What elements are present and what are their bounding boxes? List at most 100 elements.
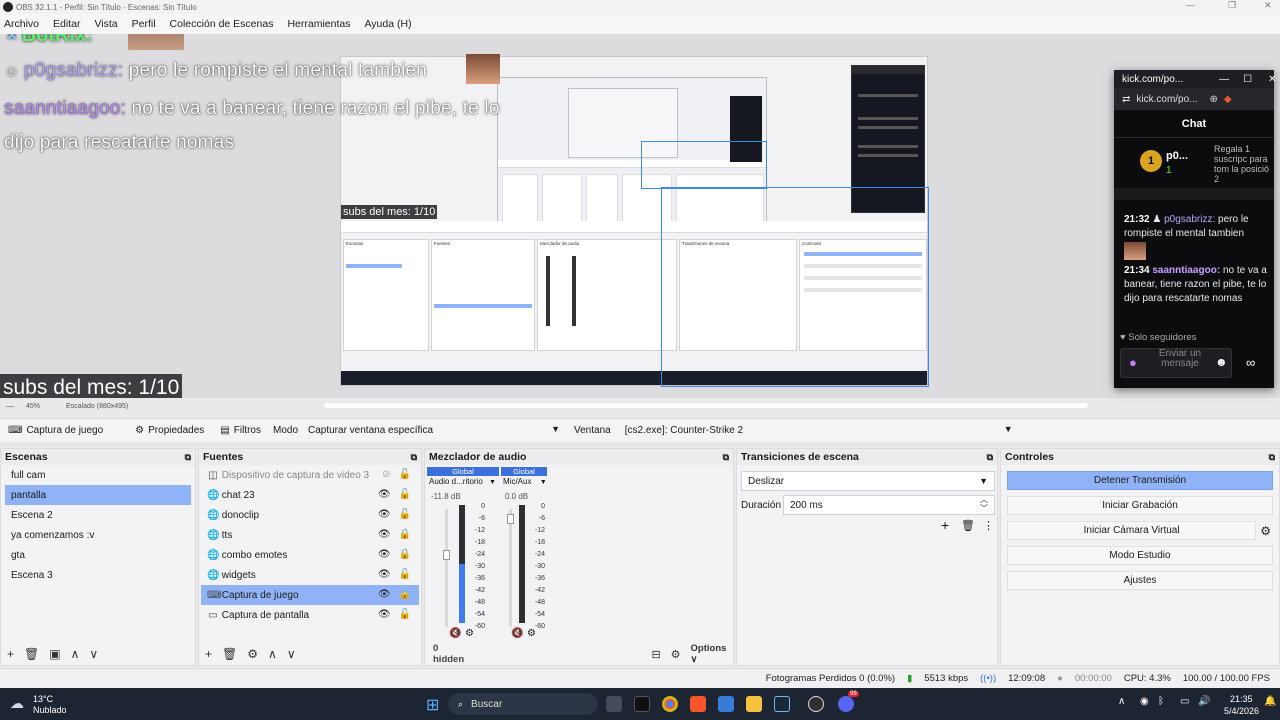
unlock-icon[interactable]: 🔓 (399, 569, 411, 580)
store-icon[interactable] (718, 696, 734, 712)
menu-perfil[interactable]: Perfil (132, 18, 156, 30)
scene-filters-icon[interactable]: ▣ (49, 647, 60, 661)
mixer-advanced-icon[interactable]: ⚙ (671, 648, 681, 661)
mute-icon[interactable]: 🔇 (511, 628, 523, 639)
move-up-icon[interactable]: ∧ (268, 647, 277, 661)
kick-address[interactable]: kick.com/po... (1136, 94, 1197, 105)
maximize-icon[interactable]: ❐ (1228, 0, 1236, 11)
site-settings-icon[interactable]: ⇄ (1122, 94, 1130, 105)
channel-name-select[interactable]: Audio d...ritorio ▼ (427, 477, 499, 490)
emoji-icon[interactable]: ☻ (1215, 355, 1228, 369)
unlock-icon[interactable]: 🔓 (399, 509, 411, 520)
scene-item[interactable]: Escena 2 (5, 505, 191, 525)
scene-item[interactable]: Escena 3 (5, 565, 191, 585)
dock-undock-icon[interactable]: ⧉ (185, 452, 191, 463)
task-view-icon[interactable] (606, 696, 622, 712)
chat-input-placeholder[interactable]: Enviar un mensaje (1155, 349, 1205, 369)
channel-name-select[interactable]: Mic/Aux ▼ (501, 477, 551, 490)
tray-chevron-icon[interactable]: ∧ (1118, 696, 1125, 707)
menu-herramientas[interactable]: Herramientas (287, 18, 350, 30)
horizontal-scrollbar[interactable] (324, 403, 1088, 408)
transition-menu-icon[interactable]: ⋮ (983, 519, 994, 532)
source-item[interactable]: 🌐 donoclip 👁 🔓 (201, 505, 419, 525)
add-transition-icon[interactable]: + (941, 517, 949, 533)
move-up-icon[interactable]: ∧ (71, 647, 80, 661)
dock-undock-icon[interactable]: ⧉ (987, 452, 993, 463)
source-item[interactable]: 🌐 combo emotes 👁 🔒 (201, 545, 419, 565)
channel-settings-icon[interactable]: ⚙ (527, 628, 536, 639)
source-item[interactable]: 🌐 widgets 👁 🔓 (201, 565, 419, 585)
remove-source-icon[interactable]: 🗑 (222, 647, 237, 661)
channel-settings-icon[interactable]: ⚙ (465, 628, 474, 639)
zoom-level[interactable]: 45% (26, 403, 40, 410)
source-item[interactable]: 🌐 tts 👁 🔒 (201, 525, 419, 545)
steam-icon[interactable] (774, 696, 790, 712)
taskbar-search[interactable]: ⌕ Buscar (448, 693, 598, 715)
eye-icon[interactable]: 👁 (378, 569, 391, 580)
epic-games-icon[interactable] (634, 696, 650, 712)
unlock-icon[interactable]: 🔓 (399, 469, 411, 480)
virtual-camera-settings-icon[interactable]: ⚙ (1260, 524, 1271, 538)
preview-canvas[interactable]: subs del mes: 1/10 Escenas Fuentes Mezcl… (0, 34, 1280, 398)
menu-vista[interactable]: Vista (94, 18, 117, 30)
notifications-icon[interactable]: 🔔 (1264, 696, 1276, 707)
menu-archivo[interactable]: Archivo (4, 18, 39, 30)
volume-slider-handle[interactable] (507, 514, 514, 524)
source-properties-icon[interactable]: ⚙ (247, 647, 258, 661)
lock-icon[interactable]: 🔒 (399, 549, 411, 560)
layout-icon[interactable]: ⊟ (651, 648, 660, 661)
gift-promo-text[interactable]: Regala 1 suscripc para tom la posició 2 (1214, 144, 1272, 184)
scaling-mode[interactable]: Escalado (880x495) (66, 403, 128, 410)
zoom-minus-icon[interactable]: — (6, 402, 14, 411)
start-virtual-camera-button[interactable]: Iniciar Cámara Virtual (1007, 521, 1257, 540)
remove-scene-icon[interactable]: 🗑 (24, 647, 39, 661)
unlock-icon[interactable]: 🔓 (399, 489, 411, 500)
start-recording-button[interactable]: Iniciar Grabación (1007, 496, 1273, 515)
menu-editar[interactable]: Editar (53, 18, 80, 30)
menu-ayuda[interactable]: Ayuda (H) (364, 18, 411, 30)
scene-item[interactable]: ya comenzamos :v (5, 525, 191, 545)
dock-undock-icon[interactable]: ⧉ (1269, 452, 1275, 463)
dock-undock-icon[interactable]: ⧉ (411, 452, 417, 463)
kick-address-bar[interactable]: ⇄ kick.com/po... ⊕ ◆ (1114, 88, 1274, 110)
file-explorer-icon[interactable] (746, 696, 762, 712)
lock-icon[interactable]: 🔒 (399, 529, 411, 540)
eye-icon[interactable]: 👁 (378, 609, 391, 620)
eye-icon[interactable]: 👁 (378, 509, 391, 520)
volume-slider-track[interactable] (507, 509, 514, 627)
kick-maximize-icon[interactable]: ☐ (1243, 74, 1252, 85)
mute-icon[interactable]: 🔇 (449, 628, 461, 639)
scene-item[interactable]: gta (5, 545, 191, 565)
kick-close-icon[interactable]: ✕ (1268, 74, 1276, 85)
move-down-icon[interactable]: ∨ (287, 647, 296, 661)
spin-arrows-icon[interactable]: ︿ ﹀ (980, 495, 988, 513)
microphone-icon[interactable]: ● (1129, 355, 1137, 370)
clock-time[interactable]: 21:35 (1230, 694, 1253, 704)
eye-icon[interactable]: 👁 (378, 489, 391, 500)
eye-icon[interactable]: 👁 (378, 549, 391, 560)
chrome-icon[interactable] (662, 696, 678, 712)
unlock-icon[interactable]: 🔓 (399, 609, 411, 620)
transition-select[interactable]: Deslizar ▼ (741, 471, 995, 491)
studio-mode-button[interactable]: Modo Estudio (1007, 546, 1273, 565)
weather-desc[interactable]: Nublado (33, 705, 67, 715)
weather-temp[interactable]: 13°C (33, 694, 53, 704)
obs-icon[interactable] (808, 696, 824, 712)
kick-minimize-icon[interactable]: — (1219, 74, 1229, 85)
eye-icon[interactable]: 👁 (378, 529, 391, 540)
volume-icon[interactable]: 🔊 (1198, 696, 1210, 707)
mode-select[interactable]: Capturar ventana específica ▼ (302, 422, 566, 440)
brave-icon[interactable] (690, 696, 706, 712)
properties-button[interactable]: ⚙ Propiedades (127, 421, 212, 441)
remove-transition-icon[interactable]: 🗑 (961, 519, 975, 532)
chat-input[interactable]: ● Enviar un mensaje ☻ (1120, 348, 1232, 378)
chat-settings-icon[interactable]: ∞ (1246, 355, 1255, 370)
eye-icon[interactable]: 👁 (378, 589, 391, 600)
source-item-selected[interactable]: ⌨ Captura de juego 👁 🔒 (201, 585, 419, 605)
menu-coleccion-escenas[interactable]: Colección de Escenas (170, 18, 274, 30)
volume-slider-track[interactable] (443, 509, 450, 627)
brave-shield-icon[interactable]: ◆ (1224, 94, 1232, 105)
hidden-eye-icon[interactable]: ⊘ (382, 469, 390, 480)
settings-button[interactable]: Ajustes (1007, 571, 1273, 590)
source-item[interactable]: 🌐 chat 23 👁 🔓 (201, 485, 419, 505)
